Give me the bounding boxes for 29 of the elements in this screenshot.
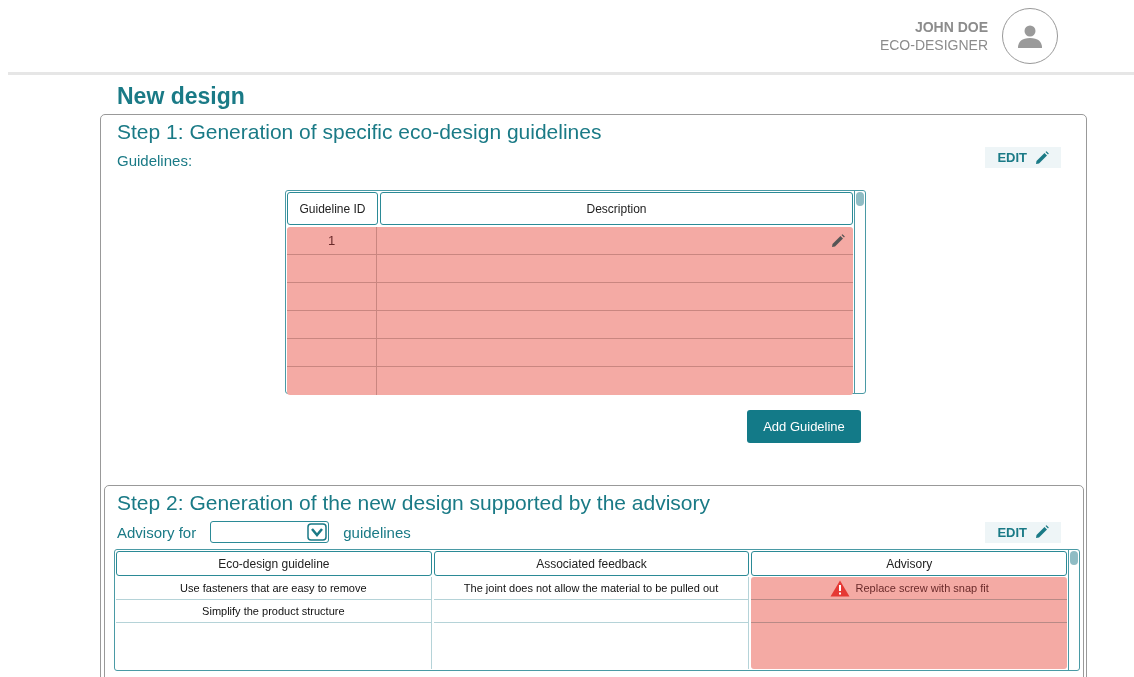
step-title: Step 1: Generation of specific eco-design guidelines — [117, 120, 602, 144]
table-cell: Simplify the product structure — [202, 605, 345, 617]
edit-button[interactable]: EDIT — [985, 147, 1061, 168]
page-title: New design — [117, 83, 246, 110]
filter-label: guidelines — [343, 523, 411, 541]
column-header: Advisory — [751, 551, 1067, 576]
column-header: Guideline ID — [287, 192, 378, 225]
person-icon — [1017, 24, 1043, 48]
scrollbar[interactable] — [1068, 550, 1079, 670]
pencil-icon — [1035, 525, 1049, 539]
chevron-down-icon — [307, 523, 328, 541]
edit-button[interactable]: EDIT — [985, 521, 1061, 543]
scrollbar[interactable] — [854, 191, 865, 393]
dropdown[interactable] — [210, 521, 330, 543]
table-cell: Replace screw with snap fit — [855, 582, 989, 594]
user-role: ECO-DESIGNER — [879, 36, 988, 54]
table-cell: The joint does not allow the material to be pulled out — [463, 582, 719, 594]
pencil-icon[interactable] — [831, 233, 845, 248]
column-header: Associated feedback — [433, 551, 750, 576]
table-cell: Use fasteners that are easy to remove — [180, 582, 367, 594]
user-name: JOHN DOE — [914, 18, 988, 36]
table-cell: 1 — [327, 233, 336, 248]
add-guideline-button[interactable]: Add Guideline — [747, 410, 861, 443]
guidelines-label: Guidelines: — [117, 152, 194, 169]
filter-label: Advisory for — [117, 523, 197, 541]
column-header: Eco-design guideline — [116, 551, 432, 576]
step-title: Step 2: Generation of the new design supported by the advisory — [117, 491, 712, 515]
column-header: Description — [380, 192, 853, 225]
pencil-icon — [1035, 150, 1049, 165]
